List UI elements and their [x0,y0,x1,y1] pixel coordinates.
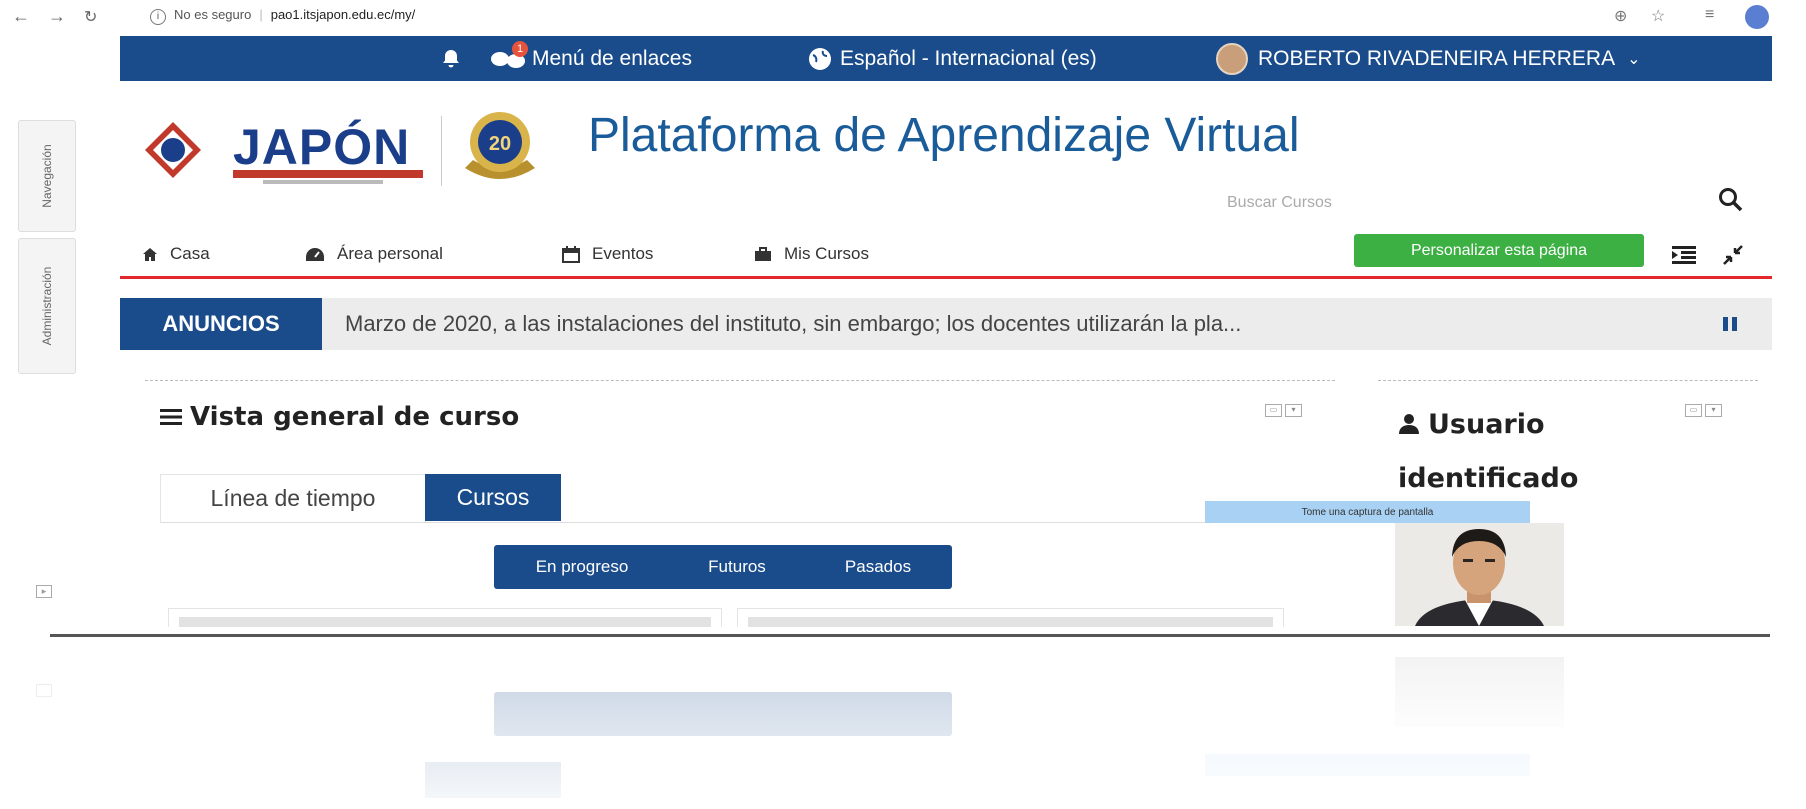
reload-icon[interactable]: ↻ [84,7,97,27]
nav-item-dashboard[interactable]: Área personal [305,234,443,274]
block-controls[interactable]: ▭ ▾ [1685,404,1722,417]
anniversary-number: 20 [489,133,511,155]
logo-divider [441,116,442,186]
site-logo[interactable]: JAPÓN 20 [143,108,553,198]
bookmark-star-icon[interactable]: ☆ [1651,6,1665,26]
address-separator: | [259,7,263,22]
announcements-ticker: ANUNCIOS Marzo de 2020, a las instalacio… [120,298,1772,350]
profile-avatar-icon[interactable] [1745,5,1769,29]
block-divider [145,380,1335,381]
language-label: Español - Internacional (es) [840,46,1097,70]
nav-divider [120,276,1772,279]
language-menu[interactable]: Español - Internacional (es) [808,36,1097,81]
collapse-icon[interactable] [1722,244,1744,266]
logo-text: JAPÓN [233,119,411,175]
course-overview-title: Vista general de curso [160,402,519,432]
logo-emblem-icon [145,122,201,178]
course-filter-group: En progreso Futuros Pasados [494,545,952,589]
block-move-icon[interactable]: ▭ [1685,404,1702,417]
user-avatar [1216,42,1248,75]
dashboard-icon [306,247,324,261]
navigation-drawer-tab[interactable]: Navegación [18,120,76,232]
nav-item-label: Mis Cursos [784,244,870,263]
block-controls[interactable]: ▭ ▾ [1265,404,1302,417]
screenshot-tooltip: Tome una captura de pantalla [1205,501,1530,523]
administration-drawer-tab[interactable]: Administración [18,238,76,374]
filter-future[interactable]: Futuros [670,545,804,589]
course-card[interactable] [168,608,722,627]
zoom-icon[interactable]: ⊕ [1614,6,1627,26]
reflection-fade [0,637,1806,809]
back-icon[interactable]: ← [12,6,30,27]
links-menu-label: Menú de enlaces [532,46,692,70]
nav-item-label: Eventos [592,244,654,263]
browser-toolbar: ← → ↻ i No es seguro | pao1.itsjapon.edu.ec… [0,0,1806,36]
block-actions-icon[interactable]: ▾ [1705,404,1722,417]
reading-list-icon[interactable]: ≡ [1705,6,1714,24]
navigation-drawer-label: Navegación [40,144,54,208]
home-icon [143,247,157,261]
user-name: ROBERTO RIVADENEIRA HERRERA [1258,46,1616,70]
forward-icon[interactable]: → [48,6,66,27]
site-title: Plataforma de Aprendizaje Virtual [588,109,1300,162]
user-icon [1399,414,1419,434]
calendar-icon [562,245,580,263]
nav-item-label: Casa [170,244,210,263]
customize-page-button[interactable]: Personalizar esta página [1354,234,1644,267]
list-view-icon[interactable] [1672,246,1696,264]
pause-icon[interactable] [1721,315,1739,333]
course-overview-title-text: Vista general de curso [190,402,520,432]
show-blocks-icon[interactable]: ▸ [36,585,52,598]
course-image [179,617,711,627]
course-overview-tabs: Línea de tiempo Cursos [160,474,1310,523]
logo-subtitle-strip [233,170,423,178]
user-profile-photo[interactable] [1395,523,1564,626]
nav-item-events[interactable]: Eventos [562,234,653,274]
block-actions-icon[interactable]: ▾ [1285,404,1302,417]
block-divider [1378,380,1758,381]
nav-item-my-courses[interactable]: Mis Cursos [754,234,869,274]
notifications-bell-icon[interactable] [442,36,460,81]
info-icon[interactable]: i [150,9,166,25]
block-move-icon[interactable]: ▭ [1265,404,1282,417]
filter-past[interactable]: Pasados [804,545,952,589]
course-search-input[interactable] [1225,188,1549,218]
menu-icon [160,409,182,425]
course-image [748,617,1273,627]
chevron-down-icon: ⌄ [1627,50,1641,68]
nav-item-home[interactable]: Casa [142,234,210,274]
nav-item-label: Área personal [337,244,443,263]
search-icon[interactable] [1717,186,1745,214]
notification-badge: 1 [512,41,528,57]
links-menu[interactable]: Menú de enlaces [532,36,692,81]
messages-icon[interactable]: 1 [490,36,530,81]
address-bar[interactable]: i No es seguro | pao1.itsjapon.edu.ec/my/ [150,7,415,25]
filter-in-progress[interactable]: En progreso [494,545,670,589]
user-menu[interactable]: ROBERTO RIVADENEIRA HERRERA ⌄ [1216,36,1641,81]
announcements-label: ANUNCIOS [120,298,322,350]
url-text: pao1.itsjapon.edu.ec/my/ [270,7,416,22]
briefcase-icon [755,246,771,261]
globe-icon [809,47,831,70]
anniversary-medal-icon: 20 [465,112,535,179]
logo-tagline-strip [263,180,383,184]
course-card[interactable] [737,608,1284,627]
tab-timeline[interactable]: Línea de tiempo [160,474,426,522]
tab-courses[interactable]: Cursos [425,474,561,521]
logged-user-title-text: Usuario identificado [1398,409,1579,494]
security-label: No es seguro [174,7,252,22]
administration-drawer-label: Administración [40,266,54,346]
logged-user-title: Usuario identificado [1398,398,1628,506]
announcement-text[interactable]: Marzo de 2020, a las instalaciones del i… [345,298,1241,350]
top-navbar: 1 Menú de enlaces Español - Internaciona… [120,36,1772,81]
